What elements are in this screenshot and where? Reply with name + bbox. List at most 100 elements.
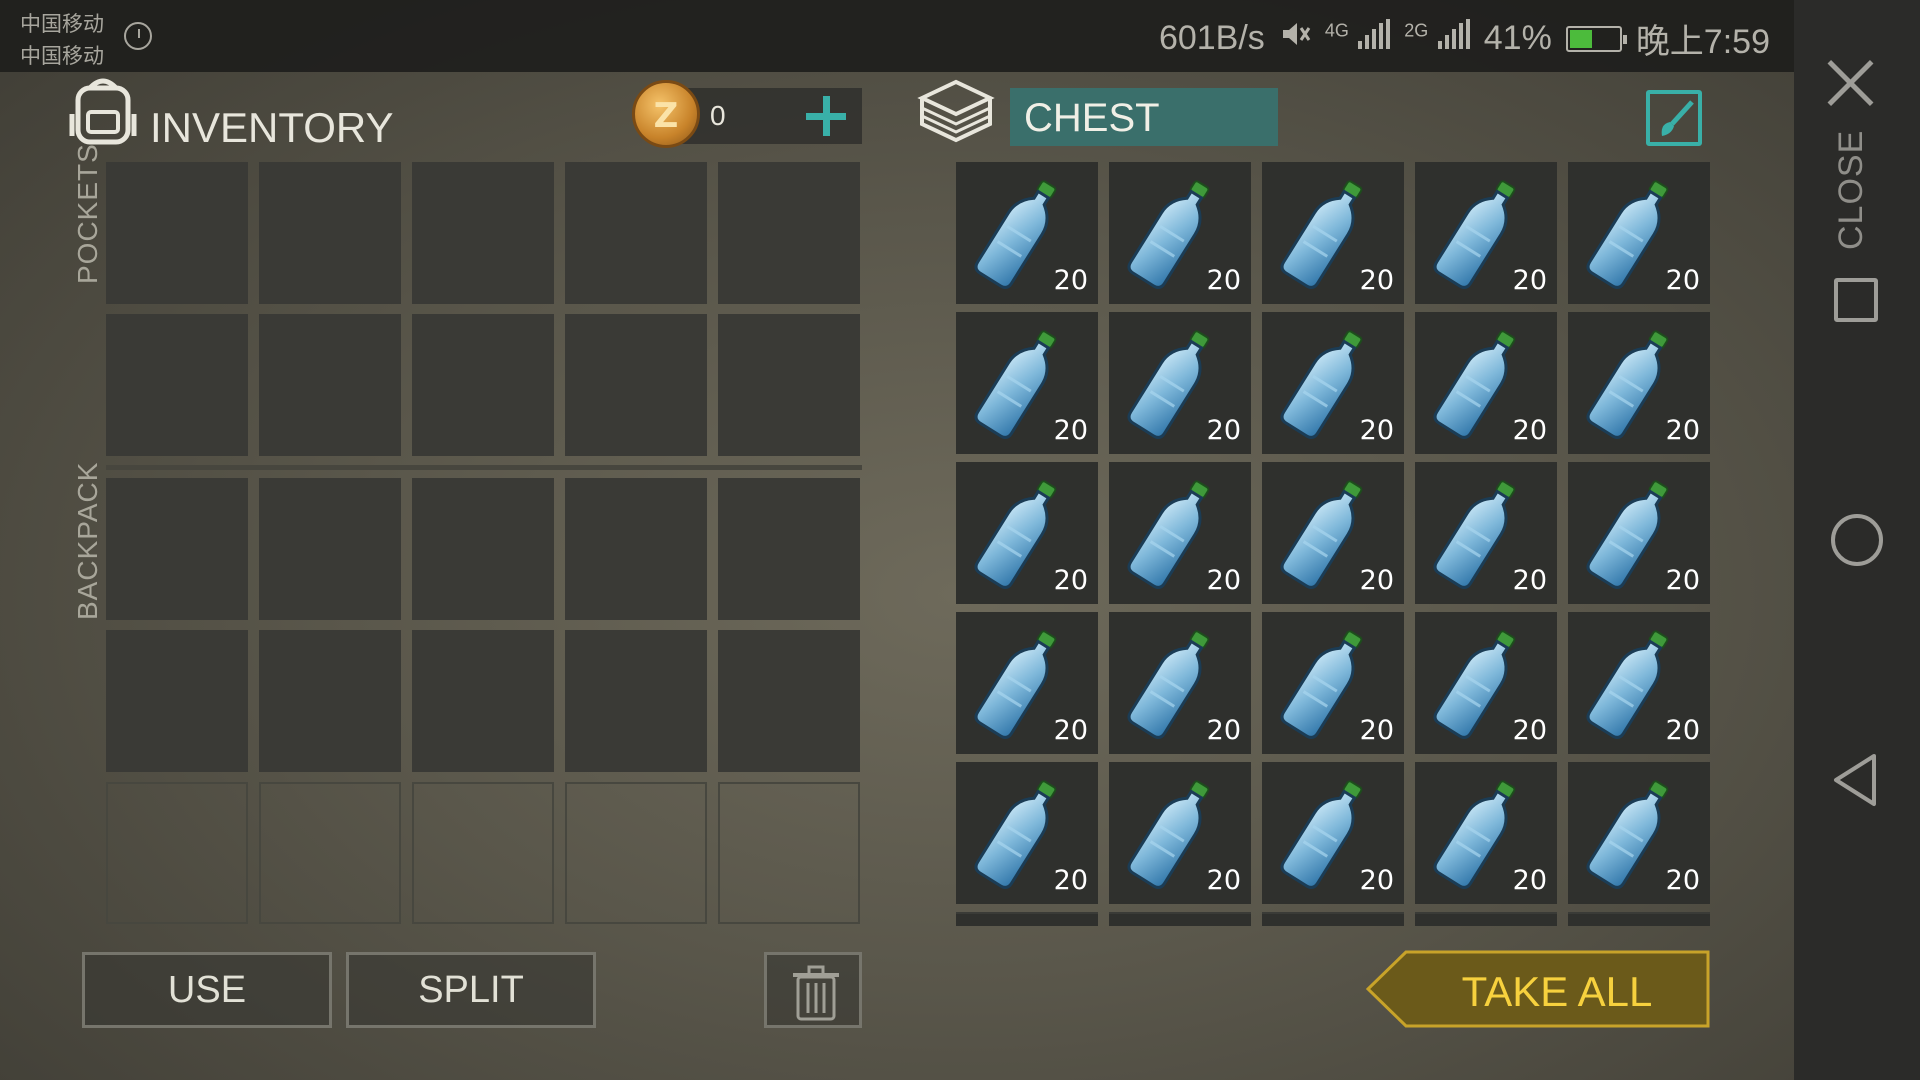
- chest-slot[interactable]: 20: [1568, 762, 1710, 904]
- chest-icon: [916, 72, 996, 148]
- item-quantity: 20: [1665, 715, 1700, 746]
- pocket-slot[interactable]: [412, 162, 554, 304]
- coin-icon: [632, 80, 700, 148]
- backpack-slot[interactable]: [412, 630, 554, 772]
- chest-slot[interactable]: 20: [1568, 312, 1710, 454]
- chest-slot-clipped[interactable]: [1109, 912, 1251, 926]
- chest-slot[interactable]: 20: [956, 462, 1098, 604]
- backpack-slot[interactable]: [565, 478, 707, 620]
- chest-slot-clipped[interactable]: [1262, 912, 1404, 926]
- chest-slot[interactable]: 20: [956, 312, 1098, 454]
- chest-slot[interactable]: 20: [1262, 312, 1404, 454]
- item-quantity: 20: [1512, 565, 1547, 596]
- net-speed: 601B/s: [1158, 19, 1265, 57]
- back-button[interactable]: [1830, 752, 1882, 808]
- pocket-slot[interactable]: [565, 314, 707, 456]
- chest-slot[interactable]: 20: [1109, 462, 1251, 604]
- item-quantity: 20: [1053, 865, 1088, 896]
- item-quantity: 20: [1206, 865, 1241, 896]
- item-quantity: 20: [1053, 415, 1088, 446]
- pocket-slot[interactable]: [412, 314, 554, 456]
- backpack-slot[interactable]: [259, 782, 401, 924]
- net-4g-label: 4G: [1324, 20, 1349, 41]
- trash-button[interactable]: [764, 952, 862, 1028]
- chest-slot[interactable]: 20: [1415, 762, 1557, 904]
- item-quantity: 20: [1512, 415, 1547, 446]
- backpack-slot[interactable]: [106, 478, 248, 620]
- chest-slot[interactable]: 20: [1262, 762, 1404, 904]
- chest-slot[interactable]: 20: [1262, 612, 1404, 754]
- item-quantity: 20: [1206, 265, 1241, 296]
- chest-slot[interactable]: 20: [1109, 762, 1251, 904]
- android-navbar: CLOSE: [1794, 0, 1920, 1080]
- signal-2g-icon: 2G: [1404, 19, 1470, 58]
- chest-slot[interactable]: 20: [956, 162, 1098, 304]
- item-quantity: 20: [1053, 565, 1088, 596]
- chest-slot[interactable]: 20: [1109, 612, 1251, 754]
- home-button[interactable]: [1831, 514, 1883, 566]
- backpack-icon: [68, 74, 138, 146]
- chest-slot[interactable]: 20: [1415, 312, 1557, 454]
- item-quantity: 20: [1665, 265, 1700, 296]
- take-all-label: TAKE ALL: [1461, 968, 1653, 1015]
- chest-slot[interactable]: 20: [1109, 162, 1251, 304]
- backpack-slot[interactable]: [106, 782, 248, 924]
- item-quantity: 20: [1359, 715, 1394, 746]
- chest-slot[interactable]: 20: [1568, 462, 1710, 604]
- close-icon[interactable]: [1824, 56, 1878, 110]
- backpack-slot[interactable]: [106, 630, 248, 772]
- item-quantity: 20: [1665, 865, 1700, 896]
- chest-slot[interactable]: 20: [956, 762, 1098, 904]
- item-quantity: 20: [1206, 415, 1241, 446]
- chest-slot[interactable]: 20: [1262, 162, 1404, 304]
- backpack-slot[interactable]: [718, 630, 860, 772]
- backpack-slot[interactable]: [412, 478, 554, 620]
- recent-apps-button[interactable]: [1834, 278, 1878, 322]
- chest-slot[interactable]: 20: [1262, 462, 1404, 604]
- chest-slot[interactable]: 20: [1109, 312, 1251, 454]
- chest-slot-clipped[interactable]: [1568, 912, 1710, 926]
- chest-slot[interactable]: 20: [956, 612, 1098, 754]
- backpack-slot[interactable]: [412, 782, 554, 924]
- clock: 晚上7:59: [1635, 23, 1770, 61]
- backpack-slot[interactable]: [565, 630, 707, 772]
- pocket-slot[interactable]: [565, 162, 707, 304]
- trash-icon: [793, 965, 839, 1021]
- backpack-slot[interactable]: [565, 782, 707, 924]
- backpack-slot[interactable]: [259, 478, 401, 620]
- pocket-slot[interactable]: [259, 314, 401, 456]
- item-quantity: 20: [1053, 715, 1088, 746]
- signal-4g-icon: 4G: [1324, 19, 1391, 58]
- backpack-slot[interactable]: [718, 478, 860, 620]
- item-quantity: 20: [1512, 265, 1547, 296]
- add-coins-button[interactable]: [806, 96, 846, 136]
- section-divider: [106, 465, 862, 470]
- backpack-label: BACKPACK: [72, 461, 103, 620]
- pocket-slot[interactable]: [259, 162, 401, 304]
- item-quantity: 20: [1359, 265, 1394, 296]
- chest-slot[interactable]: 20: [1568, 162, 1710, 304]
- pocket-slot[interactable]: [718, 314, 860, 456]
- close-label[interactable]: CLOSE: [1832, 130, 1871, 250]
- chest-slot[interactable]: 20: [1415, 612, 1557, 754]
- backpack-slot[interactable]: [718, 782, 860, 924]
- item-quantity: 20: [1665, 565, 1700, 596]
- pockets-label: POCKETS: [72, 143, 103, 284]
- chest-slot[interactable]: 20: [1415, 462, 1557, 604]
- chest-slot-clipped[interactable]: [956, 912, 1098, 926]
- chest-slot[interactable]: 20: [1415, 162, 1557, 304]
- chest-slot[interactable]: 20: [1568, 612, 1710, 754]
- use-button[interactable]: USE: [82, 952, 332, 1028]
- item-quantity: 20: [1206, 565, 1241, 596]
- split-button[interactable]: SPLIT: [346, 952, 596, 1028]
- chest-slot-clipped[interactable]: [1415, 912, 1557, 926]
- backpack-slot[interactable]: [259, 630, 401, 772]
- status-icons: 601B/s 4G 2G 41% 晚上7:59: [1159, 14, 1770, 63]
- net-2g-label: 2G: [1404, 20, 1429, 41]
- pocket-slot[interactable]: [718, 162, 860, 304]
- status-bar: 中国移动 中国移动 601B/s 4G 2G 41% 晚上7:59: [0, 0, 1794, 72]
- pocket-slot[interactable]: [106, 162, 248, 304]
- item-quantity: 20: [1512, 865, 1547, 896]
- rename-chest-button[interactable]: [1646, 90, 1702, 146]
- pocket-slot[interactable]: [106, 314, 248, 456]
